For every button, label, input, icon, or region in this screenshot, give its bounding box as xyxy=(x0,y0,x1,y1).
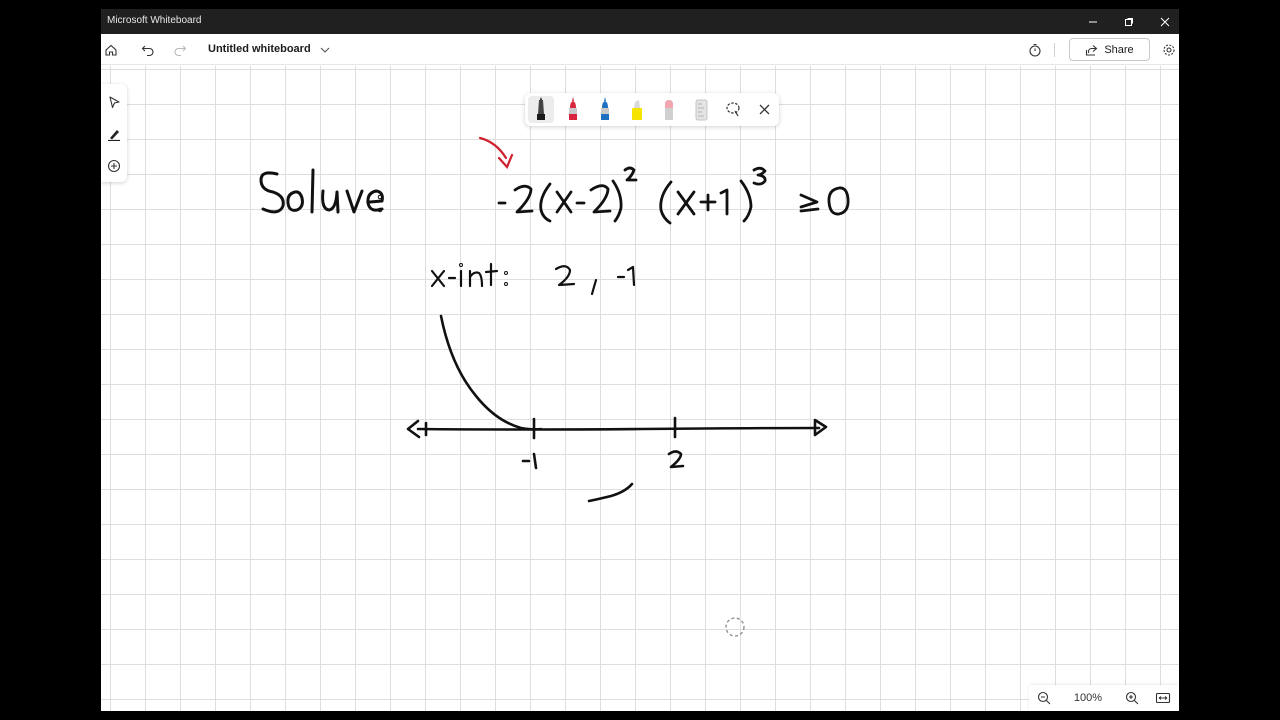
red-arrow-ink xyxy=(478,136,514,170)
red-pen-icon xyxy=(569,97,577,120)
close-toolbar-button[interactable] xyxy=(752,96,778,123)
yellow-highlighter-tool[interactable] xyxy=(624,96,650,123)
inking-tool-button[interactable] xyxy=(104,124,124,144)
close-window-button[interactable] xyxy=(1147,9,1179,34)
zoom-in-icon xyxy=(1125,691,1139,705)
ink-layer xyxy=(259,136,850,637)
restore-icon xyxy=(1125,17,1133,26)
blue-pen-icon xyxy=(601,97,609,120)
redo-icon xyxy=(174,45,187,57)
cursor-indicator xyxy=(725,617,745,637)
share-button[interactable]: Share xyxy=(1069,38,1150,61)
whiteboard-canvas[interactable]: 100% xyxy=(101,66,1179,711)
restore-button[interactable] xyxy=(1111,9,1147,34)
lasso-select-tool[interactable] xyxy=(720,96,746,123)
close-icon xyxy=(1160,17,1170,26)
black-pen-tool[interactable] xyxy=(528,96,554,123)
add-icon xyxy=(107,159,121,173)
highlighter-icon xyxy=(632,100,642,120)
redo-button[interactable] xyxy=(170,40,190,60)
settings-button[interactable] xyxy=(1159,40,1179,60)
zoom-out-button[interactable] xyxy=(1035,689,1053,707)
home-icon xyxy=(105,44,117,56)
command-bar: Untitled whiteboard Share xyxy=(101,34,1179,65)
minimize-icon xyxy=(1089,21,1097,22)
home-button[interactable] xyxy=(101,40,121,60)
x-intercepts-ink xyxy=(430,262,636,296)
timer-icon xyxy=(1029,43,1041,57)
lasso-icon xyxy=(726,102,740,117)
eraser-icon xyxy=(665,100,673,120)
graph-curve-ink xyxy=(439,314,634,503)
inking-icon xyxy=(108,130,120,141)
add-button[interactable] xyxy=(104,156,124,176)
eraser-tool[interactable] xyxy=(656,96,682,123)
chevron-down-icon[interactable] xyxy=(319,44,331,56)
solve-label-ink xyxy=(259,168,384,214)
whiteboard-window: Microsoft Whiteboard Untitled whiteboard… xyxy=(101,9,1179,711)
app-title: Microsoft Whiteboard xyxy=(107,15,202,26)
blue-pen-tool[interactable] xyxy=(592,96,618,123)
fit-screen-icon xyxy=(1155,692,1171,704)
minimize-button[interactable] xyxy=(1075,9,1111,34)
undo-icon xyxy=(141,45,154,57)
zoom-level[interactable]: 100% xyxy=(1073,692,1103,704)
fit-to-screen-button[interactable] xyxy=(1154,689,1172,707)
share-icon xyxy=(1086,44,1098,56)
ruler-icon xyxy=(695,99,708,121)
ruler-tool[interactable] xyxy=(688,96,714,123)
zoom-in-button[interactable] xyxy=(1123,689,1141,707)
left-toolbar xyxy=(101,84,127,182)
gear-icon xyxy=(1163,44,1175,56)
title-bar: Microsoft Whiteboard xyxy=(101,9,1179,34)
zoom-out-icon xyxy=(1037,691,1051,705)
divider xyxy=(1054,43,1055,57)
board-title[interactable]: Untitled whiteboard xyxy=(208,43,311,55)
select-tool-button[interactable] xyxy=(104,92,124,112)
timer-button[interactable] xyxy=(1025,40,1045,60)
ink-toolbar xyxy=(525,93,779,126)
close-icon xyxy=(759,104,770,115)
black-pen-icon xyxy=(537,97,545,120)
number-line-ink xyxy=(406,416,828,470)
red-pen-tool[interactable] xyxy=(560,96,586,123)
inequality-ink xyxy=(497,166,850,225)
select-icon xyxy=(109,96,120,109)
share-label: Share xyxy=(1104,43,1134,56)
undo-button[interactable] xyxy=(138,40,158,60)
zoom-bar: 100% xyxy=(1029,685,1179,711)
